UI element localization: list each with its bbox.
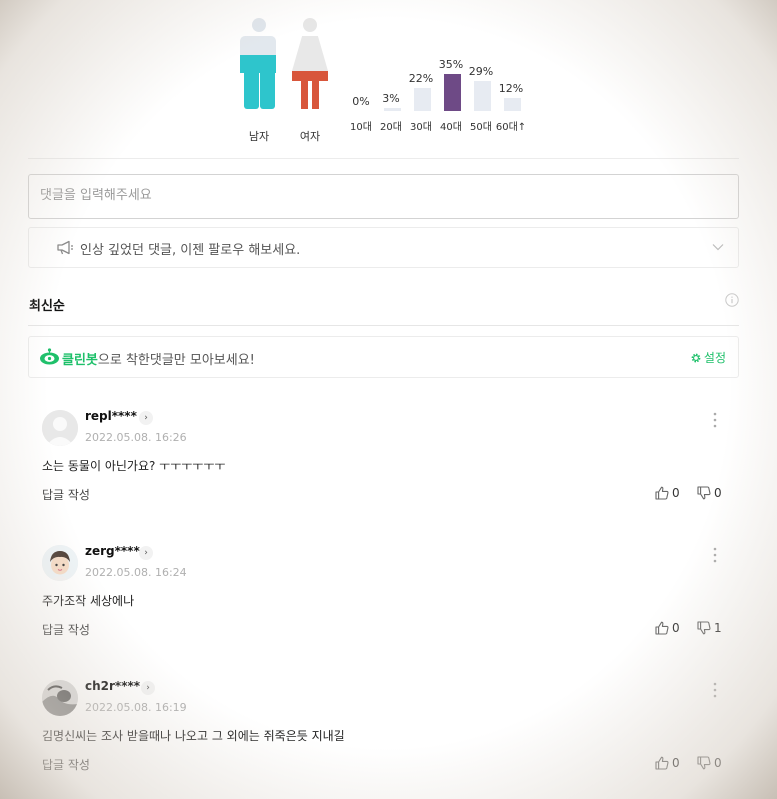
comment-body: 소는 동물이 아닌가요? ㅜㅜㅜㅜㅜㅜ bbox=[42, 459, 226, 473]
age-bar bbox=[444, 74, 461, 111]
female-figure-head bbox=[303, 18, 317, 32]
age-bar bbox=[504, 98, 521, 111]
male-figure-leg bbox=[244, 73, 259, 109]
dislike-count: 1 bbox=[714, 621, 722, 635]
like-button[interactable]: 0 bbox=[655, 486, 680, 500]
dislike-count: 0 bbox=[714, 486, 722, 500]
age-bar bbox=[474, 81, 491, 111]
comment-input[interactable] bbox=[29, 175, 720, 216]
age-percent: 3% bbox=[382, 92, 400, 105]
cleanbot-message: 으로 착한댓글만 모아보세요! bbox=[97, 353, 255, 368]
info-icon[interactable] bbox=[725, 293, 739, 307]
chevron-down-icon[interactable] bbox=[712, 241, 724, 253]
thumbs-down-icon bbox=[697, 486, 711, 500]
like-count: 0 bbox=[672, 621, 680, 635]
male-figure-leg bbox=[260, 73, 275, 109]
comment-item: ch2r**** › 2022.05.08. 16:19 김명신씨는 조사 받을… bbox=[42, 670, 725, 780]
cleanbot-banner: 클린봇으로 착한댓글만 모아보세요! 설정 bbox=[28, 336, 739, 378]
comment-item: repl**** › 2022.05.08. 16:26 소는 동물이 아닌가요… bbox=[42, 400, 725, 510]
age-bar bbox=[384, 108, 401, 111]
age-percent: 12% bbox=[498, 82, 524, 95]
reply-button[interactable]: 답글 작성 bbox=[42, 486, 90, 503]
cleanbot-icon bbox=[40, 348, 59, 365]
reply-button[interactable]: 답글 작성 bbox=[42, 756, 90, 773]
nickname[interactable]: repl**** bbox=[85, 409, 137, 423]
dislike-button[interactable]: 0 bbox=[697, 756, 722, 770]
comment-date: 2022.05.08. 16:26 bbox=[85, 431, 187, 444]
comment-input-box[interactable] bbox=[28, 174, 739, 219]
more-options-icon[interactable] bbox=[713, 547, 717, 563]
thumbs-up-icon bbox=[655, 756, 669, 770]
female-label: 여자 bbox=[299, 130, 321, 143]
dislike-button[interactable]: 1 bbox=[697, 621, 722, 635]
avatar[interactable] bbox=[42, 545, 78, 581]
cleanbot-settings-label: 설정 bbox=[703, 351, 726, 365]
male-figure-fill bbox=[240, 55, 276, 73]
megaphone-icon bbox=[57, 240, 73, 255]
avatar[interactable] bbox=[42, 410, 78, 446]
default-avatar-icon bbox=[42, 410, 78, 446]
nickname[interactable]: zerg**** bbox=[85, 544, 140, 558]
comment-item: zerg**** › 2022.05.08. 16:24 주가조작 세상에나 답… bbox=[42, 535, 725, 645]
thumbs-up-icon bbox=[655, 621, 669, 635]
female-figure-leg bbox=[312, 81, 319, 109]
sort-latest[interactable]: 최신순 bbox=[29, 295, 65, 314]
cleanbot-brand: 클린봇 bbox=[62, 353, 98, 368]
age-label: 60대↑ bbox=[495, 122, 527, 133]
more-options-icon[interactable] bbox=[713, 412, 717, 428]
age-distribution: 0% 10대 3% 20대 22% 30대 35% 40대 29% 50대 12% 60대↑ bbox=[348, 0, 538, 140]
thumbs-up-icon bbox=[655, 486, 669, 500]
cleanbot-text: 클린봇으로 착한댓글만 모아보세요! bbox=[62, 349, 255, 368]
follow-notice[interactable]: 인상 깊었던 댓글, 이젠 팔로우 해보세요. bbox=[28, 227, 739, 268]
chevron-right-icon[interactable]: › bbox=[139, 546, 153, 560]
like-count: 0 bbox=[672, 486, 680, 500]
more-options-icon[interactable] bbox=[713, 682, 717, 698]
thumbs-down-icon bbox=[697, 621, 711, 635]
comment-date: 2022.05.08. 16:19 bbox=[85, 701, 187, 714]
age-percent: 22% bbox=[408, 72, 434, 85]
gear-icon bbox=[691, 353, 701, 362]
comment-stats: 남자 여자 0% 10대 3% 20대 22% 30대 35% 40대 29% 50대 12% 60대… bbox=[28, 0, 739, 159]
like-count: 0 bbox=[672, 756, 680, 770]
divider bbox=[28, 325, 739, 326]
dislike-button[interactable]: 0 bbox=[697, 486, 722, 500]
comment-date: 2022.05.08. 16:24 bbox=[85, 566, 187, 579]
comment-body: 주가조작 세상에나 bbox=[42, 594, 135, 608]
chevron-right-icon[interactable]: › bbox=[141, 681, 155, 695]
male-figure-head bbox=[252, 18, 266, 32]
female-figure-dress bbox=[292, 36, 328, 71]
nickname[interactable]: ch2r**** bbox=[85, 679, 140, 693]
cartoon-avatar-icon bbox=[42, 545, 78, 581]
like-button[interactable]: 0 bbox=[655, 756, 680, 770]
cleanbot-settings-button[interactable]: 설정 bbox=[690, 349, 726, 366]
dislike-count: 0 bbox=[714, 756, 722, 770]
notice-text: 인상 깊었던 댓글, 이젠 팔로우 해보세요. bbox=[80, 243, 301, 258]
age-percent: 29% bbox=[468, 65, 494, 78]
reply-button[interactable]: 답글 작성 bbox=[42, 621, 90, 638]
comment-body: 김명신씨는 조사 받을때나 나오고 그 외에는 쥐죽은듯 지내길 bbox=[42, 729, 345, 743]
thumbs-down-icon bbox=[697, 756, 711, 770]
photo-avatar-icon bbox=[42, 680, 78, 716]
avatar[interactable] bbox=[42, 680, 78, 716]
chevron-right-icon[interactable]: › bbox=[139, 411, 153, 425]
like-button[interactable]: 0 bbox=[655, 621, 680, 635]
female-figure-leg bbox=[301, 81, 308, 109]
comment-section: 남자 여자 0% 10대 3% 20대 22% 30대 35% 40대 29% 50대 12% 60대… bbox=[28, 0, 739, 799]
female-figure-fill bbox=[292, 71, 328, 81]
male-figure-torso bbox=[240, 36, 276, 55]
age-bar bbox=[414, 88, 431, 111]
